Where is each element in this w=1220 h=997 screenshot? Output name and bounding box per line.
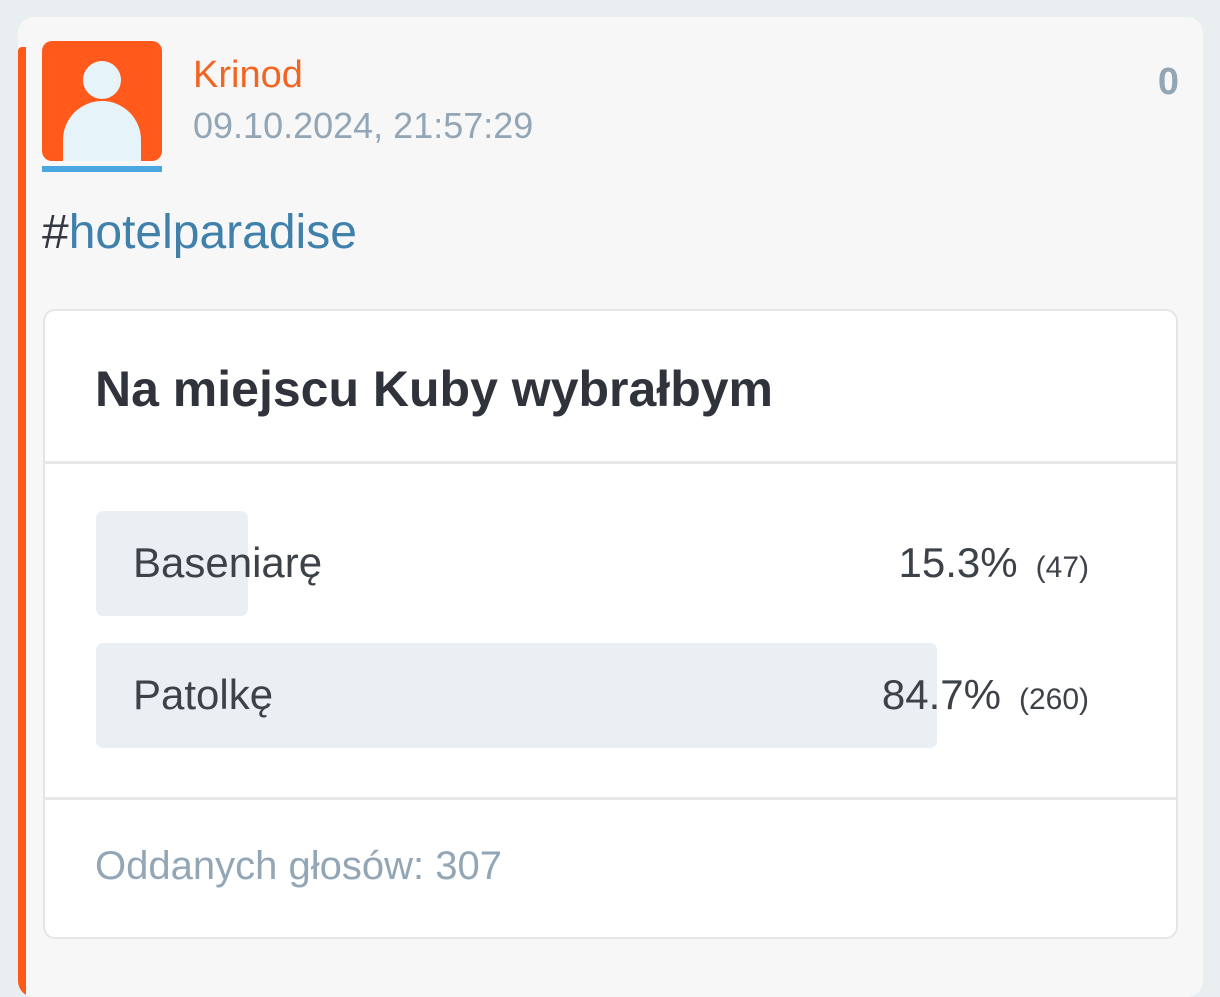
avatar-status-underline bbox=[42, 166, 162, 172]
poll-option-percent: 84.7% bbox=[881, 671, 1001, 718]
poll-widget: Na miejscu Kuby wybrałbym Baseniarę 15.3… bbox=[43, 309, 1178, 939]
post-card: Krinod 09.10.2024, 21:57:29 0 #hotelpara… bbox=[18, 17, 1203, 997]
avatar-body-shape bbox=[63, 101, 141, 161]
poll-divider bbox=[45, 461, 1176, 464]
tag-link[interactable]: hotelparadise bbox=[69, 206, 357, 259]
poll-option-label: Baseniarę bbox=[133, 539, 323, 586]
poll-option[interactable]: Baseniarę 15.3% (47) bbox=[96, 511, 1089, 616]
poll-total-votes: Oddanych głosów: 307 bbox=[95, 844, 502, 888]
author-name-link[interactable]: Krinod bbox=[193, 53, 303, 97]
poll-option-count: (260) bbox=[1018, 683, 1089, 716]
post-body: #hotelparadise bbox=[42, 205, 357, 261]
poll-title: Na miejscu Kuby wybrałbym bbox=[95, 361, 774, 417]
avatar[interactable] bbox=[42, 41, 162, 161]
tag-hash: # bbox=[42, 206, 69, 259]
poll-option[interactable]: Patolkę 84.7% (260) bbox=[96, 643, 1089, 748]
post-accent-bar bbox=[18, 47, 26, 997]
poll-option-stats: 84.7% (260) bbox=[882, 670, 1089, 725]
post-timestamp[interactable]: 09.10.2024, 21:57:29 bbox=[193, 105, 533, 147]
poll-option-count: (47) bbox=[1035, 551, 1089, 584]
poll-option-stats: 15.3% (47) bbox=[899, 538, 1089, 593]
post-score[interactable]: 0 bbox=[1158, 60, 1179, 104]
poll-option-label: Patolkę bbox=[133, 671, 274, 718]
poll-divider bbox=[45, 797, 1176, 800]
poll-option-percent: 15.3% bbox=[898, 539, 1018, 586]
avatar-head-shape bbox=[83, 61, 121, 99]
